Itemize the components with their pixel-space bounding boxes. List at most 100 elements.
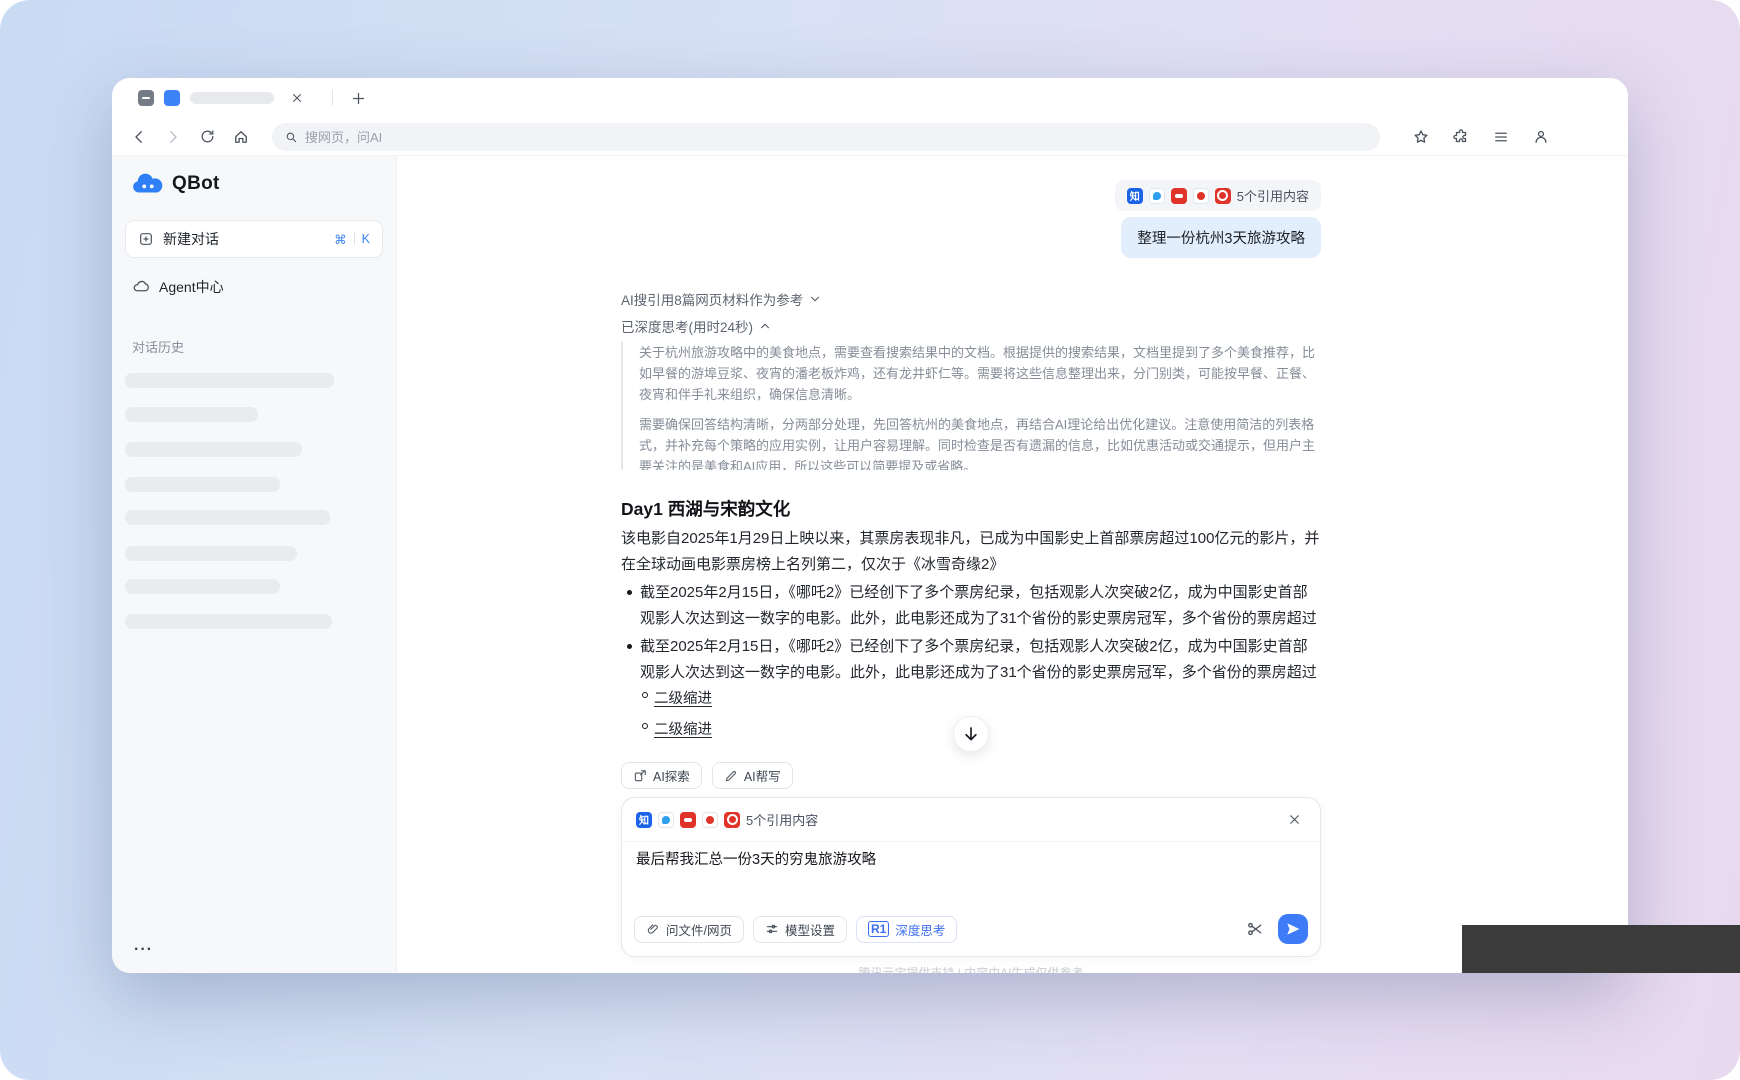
new-chat-icon [138,231,154,247]
composer-toolbar: 问文件/网页 模型设置 R1 深度思考 [634,914,1308,944]
new-chat-button[interactable]: 新建对话 ⌘ K [125,220,383,258]
scissors-icon[interactable] [1246,920,1264,938]
chat-history-item-skeleton[interactable] [125,614,332,629]
thinking-paragraph: 需要确保回答结构清晰，分两部分处理，先回答杭州的美食地点，再结合AI理论给出优化… [639,414,1321,470]
scroll-to-bottom-button[interactable] [953,716,989,752]
chat-column: 知 5个引用内容 整理一份杭州3天旅游攻略 AI搜引用8篇网页材料作为参考 [621,156,1321,973]
shortcut-key: K [362,232,370,246]
shortcut-divider [354,233,355,245]
navbar-right-group [1408,124,1610,150]
source-favicon [702,812,718,828]
page-background: 搜网页，问AI [0,0,1740,1080]
chat-history-item-skeleton[interactable] [125,579,280,594]
tab-close-icon[interactable] [284,85,310,111]
chat-history-item-skeleton[interactable] [125,477,280,492]
user-message-bubble: 整理一份杭州3天旅游攻略 [1121,217,1321,258]
ai-write-button[interactable]: AI帮写 [712,762,793,789]
tab-group-icon [138,90,154,106]
profile-icon[interactable] [1528,124,1554,150]
close-icon[interactable] [1282,808,1306,832]
sub-bullet-ring [642,723,648,729]
qbot-logo-text: QBot [172,173,220,195]
forward-icon[interactable] [160,124,186,150]
citation-sources-chip[interactable]: 知 5个引用内容 [1115,180,1321,211]
chat-history-title: 对话历史 [132,337,184,356]
model-settings-button[interactable]: 模型设置 [753,916,847,943]
shortcut-cmd: ⌘ [334,232,347,247]
address-bar[interactable]: 搜网页，问AI [272,123,1380,151]
menu-icon[interactable] [1488,124,1514,150]
thinking-block: 关于杭州旅游攻略中的美食地点，需要查看搜索结果中的文档。根据提供的搜索结果，文档… [621,342,1321,470]
source-favicon [1215,188,1231,204]
answer-heading: Day1 西湖与宋韵文化 [621,496,790,521]
source-favicon [724,812,740,828]
video-overlay [1462,925,1740,973]
tab-title-skeleton [190,92,274,104]
chat-history-item-skeleton[interactable] [125,546,297,561]
deep-think-r1-button[interactable]: R1 深度思考 [856,916,957,943]
sidebar-item-agent-center[interactable]: Agent中心 [132,277,224,297]
composer-citation-row[interactable]: 知 5个引用内容 [622,798,1320,842]
browser-tab[interactable] [128,84,320,112]
sidebar-more-button[interactable]: ··· [134,941,153,959]
sidebar: QBot 新建对话 ⌘ K Agent中心 对话历史 [112,156,397,973]
search-reference-label: AI搜引用8篇网页材料作为参考 [621,289,803,309]
chat-history-item-skeleton[interactable] [125,442,302,457]
source-favicon [1149,188,1165,204]
new-tab-button[interactable] [345,85,371,111]
composer[interactable]: 知 5个引用内容 最后帮我汇总一份3天的穷鬼旅游攻略 [621,797,1321,957]
source-favicon [658,812,674,828]
thinking-paragraph: 关于杭州旅游攻略中的美食地点，需要查看搜索结果中的文档。根据提供的搜索结果，文档… [639,342,1321,405]
new-chat-label: 新建对话 [163,229,219,249]
chat-history-item-skeleton[interactable] [125,407,258,422]
pen-icon [724,769,738,783]
chat-history-item-skeleton[interactable] [125,373,334,388]
back-icon[interactable] [126,124,152,150]
tab-favicon [164,90,180,106]
footer-disclaimer: 腾讯元宝提供支持 | 内容由AI生成仅供参考 [621,964,1321,973]
send-button[interactable] [1278,914,1308,944]
composer-toolbar-right [1246,914,1308,944]
composer-input[interactable]: 最后帮我汇总一份3天的穷鬼旅游攻略 [636,850,1306,872]
tab-bar [112,78,1628,118]
source-favicon [1171,188,1187,204]
agent-center-label: Agent中心 [159,277,224,297]
home-icon[interactable] [228,124,254,150]
attach-file-button[interactable]: 问文件/网页 [634,916,744,943]
answer-sub-bullet[interactable]: 二级缩进 [621,718,712,739]
answer-paragraph: 该电影自2025年1月29日上映以来，其票房表现非凡，已成为中国影史上首部票房超… [621,526,1321,577]
deep-think-label: 已深度思考(用时24秒) [621,316,753,336]
arrow-down-icon [962,725,980,743]
bookmark-star-icon[interactable] [1408,124,1434,150]
zhihu-favicon: 知 [1127,188,1143,204]
settings-sliders-icon [765,922,779,936]
citation-count-label: 5个引用内容 [746,810,818,829]
agent-cloud-icon [132,278,150,296]
bullet-dot [627,590,632,595]
send-plane-icon [1285,921,1301,937]
quick-actions: AI探索 AI帮写 [621,762,793,789]
citation-count-label: 5个引用内容 [1237,186,1309,205]
refresh-icon[interactable] [194,124,220,150]
chevron-down-icon [808,292,822,306]
navigation-bar: 搜网页，问AI [112,118,1628,156]
ai-explore-button[interactable]: AI探索 [621,762,702,789]
sub-bullet-ring [642,692,648,698]
chat-history-item-skeleton[interactable] [125,510,330,525]
qbot-logo-icon [132,172,164,196]
bullet-dot [627,644,632,649]
deep-think-toggle[interactable]: 已深度思考(用时24秒) [621,316,772,336]
window-body: QBot 新建对话 ⌘ K Agent中心 对话历史 [112,156,1628,973]
answer-bullet: 截至2025年2月15日，《哪吒2》已经创下了多个票房纪录，包括观影人次突破2亿… [621,634,1321,688]
source-favicon [680,812,696,828]
address-bar-placeholder: 搜网页，问AI [305,127,382,146]
tab-divider [332,90,333,106]
answer-sub-bullet[interactable]: 二级缩进 [621,687,712,708]
qbot-logo: QBot [112,156,396,196]
explore-icon [633,769,647,783]
search-reference-toggle[interactable]: AI搜引用8篇网页材料作为参考 [621,289,822,309]
extensions-icon[interactable] [1448,124,1474,150]
chat-main: 知 5个引用内容 整理一份杭州3天旅游攻略 AI搜引用8篇网页材料作为参考 [397,156,1628,973]
answer-bullet: 截至2025年2月15日，《哪吒2》已经创下了多个票房纪录，包括观影人次突破2亿… [621,580,1321,634]
chevron-up-icon [758,319,772,333]
